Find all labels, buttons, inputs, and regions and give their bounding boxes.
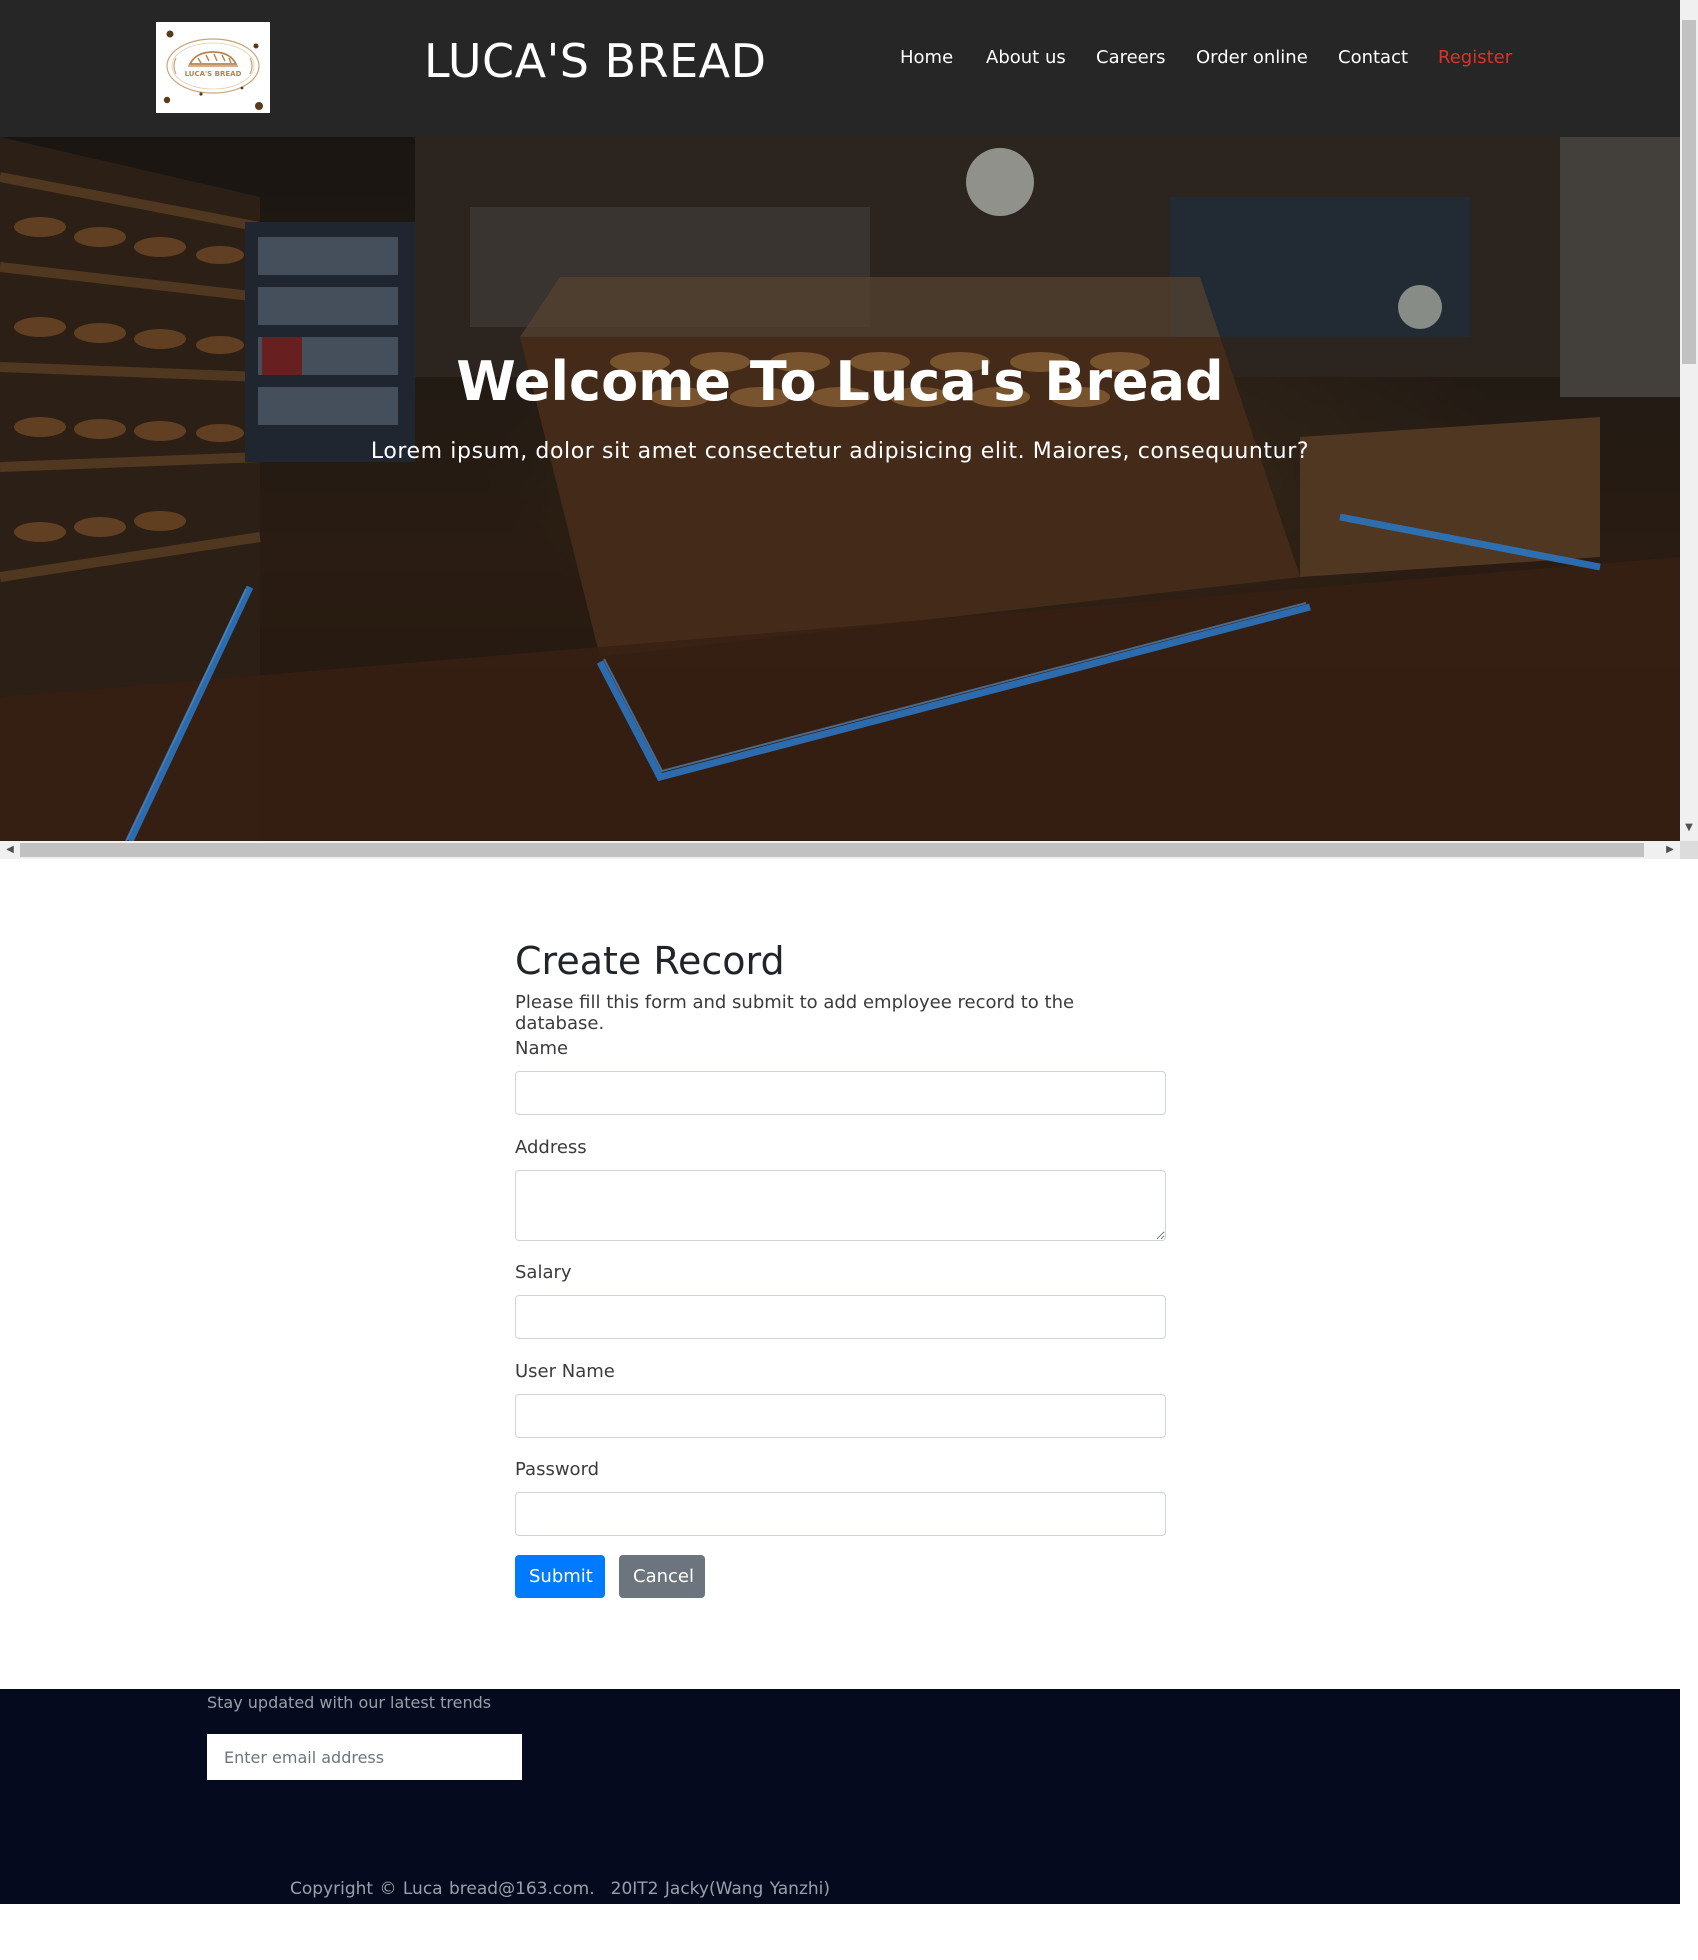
- nav-link-register[interactable]: Register: [1438, 47, 1512, 68]
- nav-link-about-us[interactable]: About us: [986, 47, 1066, 68]
- vertical-scroll-thumb[interactable]: [1682, 20, 1696, 364]
- scroll-right-arrow-icon[interactable]: ▶: [1660, 841, 1680, 859]
- password-field-group: Password: [515, 1459, 1166, 1536]
- scroll-down-arrow-icon[interactable]: ▼: [1680, 818, 1698, 838]
- form-title: Create Record: [515, 939, 785, 983]
- nav-link-careers[interactable]: Careers: [1096, 47, 1166, 68]
- form-description: Please fill this form and submit to add …: [515, 992, 1075, 1034]
- name-label: Name: [515, 1038, 569, 1059]
- username-field-group: User Name: [515, 1361, 1166, 1438]
- embedded-page-viewport: LUCA'S BREAD LUCA'S BREAD Home About us …: [0, 0, 1698, 860]
- newsletter-text: Stay updated with our latest trends: [207, 1693, 492, 1712]
- salary-label: Salary: [515, 1262, 572, 1283]
- name-field-group: Name: [515, 1038, 1166, 1115]
- copyright-text: Copyright © Luca bread@163.com. 20IT2 Jac…: [290, 1879, 830, 1899]
- copyright-notice: Copyright © Luca bread@163.com.: [290, 1879, 595, 1899]
- cancel-button[interactable]: Cancel: [619, 1555, 705, 1598]
- hero-subtitle: Lorem ipsum, dolor sit amet consectetur …: [370, 439, 1310, 464]
- salary-input[interactable]: [515, 1295, 1166, 1339]
- create-record-form: Create Record Please fill this form and …: [515, 938, 1166, 1598]
- top-navbar: LUCA'S BREAD LUCA'S BREAD Home About us …: [0, 0, 1680, 137]
- submit-button[interactable]: Submit: [515, 1555, 605, 1598]
- site-footer: Stay updated with our latest trends Copy…: [0, 1689, 1680, 1904]
- hero-title: Welcome To Luca's Bread: [456, 350, 1224, 413]
- name-input[interactable]: [515, 1071, 1166, 1115]
- username-label: User Name: [515, 1361, 615, 1382]
- password-input[interactable]: [515, 1492, 1166, 1536]
- scroll-left-arrow-icon[interactable]: ◀: [0, 841, 20, 859]
- horizontal-scroll-thumb[interactable]: [20, 843, 1644, 857]
- nav-link-contact[interactable]: Contact: [1338, 47, 1408, 68]
- address-textarea[interactable]: [515, 1170, 1166, 1241]
- horizontal-scrollbar[interactable]: ◀ ▶: [0, 841, 1680, 859]
- scrollbar-corner: [1680, 841, 1698, 859]
- password-label: Password: [515, 1459, 600, 1480]
- address-label: Address: [515, 1137, 587, 1158]
- address-field-group: Address: [515, 1137, 1166, 1241]
- hero-banner: Welcome To Luca's Bread Lorem ipsum, dol…: [0, 137, 1680, 841]
- svg-text:LUCA'S BREAD: LUCA'S BREAD: [185, 70, 242, 78]
- nav-link-order-online[interactable]: Order online: [1196, 47, 1308, 68]
- author-credit: 20IT2 Jacky(Wang Yanzhi): [610, 1879, 830, 1899]
- main-nav: Home About us Careers Order online Conta…: [0, 47, 1680, 71]
- newsletter-email-input[interactable]: [207, 1734, 522, 1780]
- bakery-interior-image: [0, 137, 1680, 841]
- nav-link-home[interactable]: Home: [900, 47, 953, 68]
- username-input[interactable]: [515, 1394, 1166, 1438]
- vertical-scrollbar[interactable]: ▼: [1680, 0, 1698, 841]
- salary-field-group: Salary: [515, 1262, 1166, 1339]
